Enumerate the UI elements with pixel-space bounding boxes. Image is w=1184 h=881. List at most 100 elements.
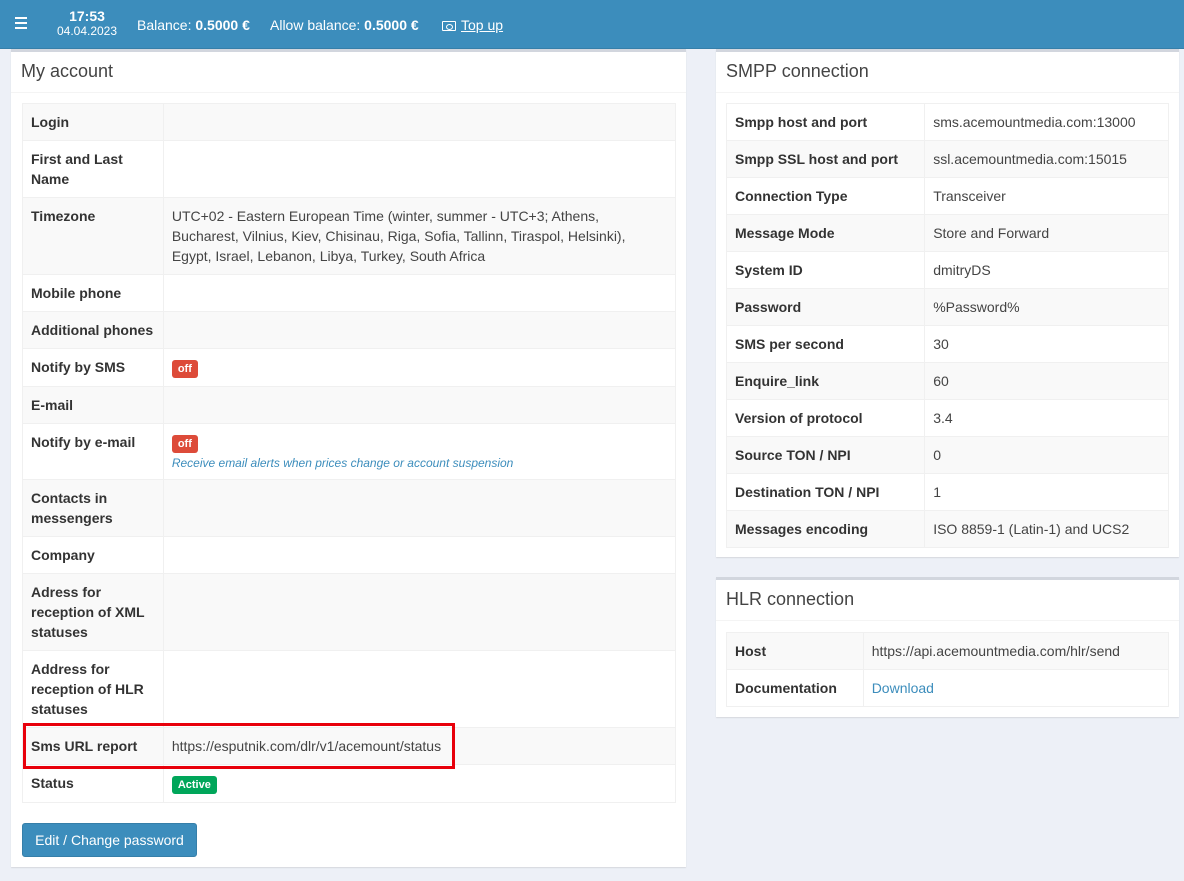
smpp-row-value: 0 — [924, 436, 1169, 474]
name-value — [162, 140, 677, 198]
table-row: Connection Type Transceiver — [725, 177, 1169, 215]
clock: 17:53 04.04.2023 — [54, 9, 120, 37]
smpp-row-value: 3.4 — [924, 399, 1169, 437]
smpp-row-label: SMS per second — [725, 325, 926, 363]
status-active-badge: Active — [171, 776, 217, 794]
smpp-row-label: Enquire_link — [725, 362, 926, 400]
table-row: Notify by e-mail off Receive email alert… — [22, 423, 677, 480]
smpp-row-value: 30 — [924, 325, 1169, 363]
smpp-row-label: Version of protocol — [725, 399, 926, 437]
smpp-row-label: Message Mode — [725, 214, 926, 252]
top-up-link[interactable]: Top up — [442, 17, 503, 33]
smpp-row-value: ssl.acemountmedia.com:15015 — [924, 140, 1169, 178]
hlr-statuses-label: Address for reception of HLR statuses — [22, 650, 164, 728]
hlr-host-value: https://api.acemountmedia.com/hlr/send — [862, 632, 1170, 670]
notify-sms-value: off — [162, 348, 677, 387]
name-label: First and Last Name — [22, 140, 164, 198]
table-row: Destination TON / NPI 1 — [725, 473, 1169, 511]
table-row: Host https://api.acemountmedia.com/hlr/s… — [726, 632, 1170, 670]
table-row: Contacts in messengers — [22, 479, 677, 537]
hlr-table: Host https://api.acemountmedia.com/hlr/s… — [726, 632, 1170, 707]
smpp-row-label: System ID — [725, 251, 926, 289]
table-row: Adress for reception of XML statuses — [22, 573, 677, 651]
table-row: Company — [22, 536, 677, 574]
cash-icon — [442, 21, 456, 31]
smpp-row-value: Transceiver — [924, 177, 1169, 215]
top-up-label: Top up — [461, 17, 504, 33]
status-label: Status — [22, 764, 164, 803]
table-row: Smpp SSL host and port ssl.acemountmedia.… — [725, 140, 1169, 178]
hlr-statuses-value — [162, 650, 677, 728]
email-label: E-mail — [22, 386, 164, 424]
sms-url-report-label: Sms URL report — [22, 727, 164, 765]
smpp-row-label: Smpp SSL host and port — [725, 140, 926, 178]
xml-statuses-value — [162, 573, 677, 651]
smpp-row-label: Destination TON / NPI — [725, 473, 926, 511]
smpp-row-label: Password — [725, 288, 926, 326]
smpp-row-label: Source TON / NPI — [725, 436, 926, 474]
table-row: E-mail — [22, 386, 677, 424]
sms-url-report-value: https://esputnik.com/dlr/v1/acemount/sta… — [162, 727, 677, 765]
table-row: Additional phones — [22, 311, 677, 349]
smpp-connection-title: SMPP connection — [716, 52, 1179, 93]
smpp-row-value: 1 — [924, 473, 1169, 511]
table-row: Documentation Download — [726, 669, 1170, 707]
additional-phones-label: Additional phones — [22, 311, 164, 349]
notify-email-value: off Receive email alerts when prices cha… — [162, 423, 677, 480]
table-row: Smpp host and port sms.acemountmedia.com:… — [725, 103, 1169, 141]
xml-statuses-label: Adress for reception of XML statuses — [22, 573, 164, 651]
hlr-host-label: Host — [726, 632, 864, 670]
notify-sms-off-badge: off — [171, 360, 198, 378]
table-row: Messages encoding ISO 8859-1 (Latin-1) an… — [725, 510, 1169, 548]
allow-balance: Allow balance: 0.5000 € — [270, 17, 419, 33]
table-row: Version of protocol 3.4 — [725, 399, 1169, 437]
notify-sms-label: Notify by SMS — [22, 348, 164, 387]
hamburger-menu-icon[interactable] — [12, 14, 32, 34]
notify-email-hint: Receive email alerts when prices change … — [171, 456, 514, 470]
table-row: Mobile phone — [22, 274, 677, 312]
hlr-documentation-label: Documentation — [726, 669, 864, 707]
additional-phones-value — [162, 311, 677, 349]
allow-balance-value: 0.5000 € — [364, 17, 419, 33]
balance-label: Balance: — [137, 17, 192, 33]
table-row: Message Mode Store and Forward — [725, 214, 1169, 252]
status-value: Active — [162, 764, 677, 803]
hlr-documentation-value: Download — [862, 669, 1170, 707]
smpp-row-value: 60 — [924, 362, 1169, 400]
smpp-row-label: Smpp host and port — [725, 103, 926, 141]
smpp-row-value: sms.acemountmedia.com:13000 — [924, 103, 1169, 141]
smpp-table: Smpp host and port sms.acemountmedia.com:… — [725, 103, 1169, 548]
timezone-value: UTC+02 - Eastern European Time (winter, … — [162, 197, 677, 275]
messengers-value — [162, 479, 677, 537]
allow-balance-label: Allow balance: — [270, 17, 361, 33]
table-row: Timezone UTC+02 - Eastern European Time … — [22, 197, 677, 275]
table-row: SMS per second 30 — [725, 325, 1169, 363]
table-row: First and Last Name — [22, 140, 677, 198]
notify-email-label: Notify by e-mail — [22, 423, 164, 480]
hlr-connection-title: HLR connection — [716, 580, 1179, 621]
my-account-title: My account — [11, 52, 686, 93]
login-label: Login — [22, 103, 164, 141]
table-row: Login — [22, 103, 677, 141]
top-navbar: 17:53 04.04.2023 Balance: 0.5000 € Allow… — [0, 0, 1184, 49]
clock-date: 04.04.2023 — [56, 24, 118, 38]
table-row: Address for reception of HLR statuses — [22, 650, 677, 728]
company-label: Company — [22, 536, 164, 574]
timezone-label: Timezone — [22, 197, 164, 275]
company-value — [162, 536, 677, 574]
email-value — [162, 386, 677, 424]
smpp-row-label: Connection Type — [725, 177, 926, 215]
clock-time: 17:53 — [69, 8, 105, 24]
smpp-row-value: dmitryDS — [924, 251, 1169, 289]
balance: Balance: 0.5000 € — [137, 17, 250, 33]
table-row: Sms URL report https://esputnik.com/dlr/… — [22, 727, 677, 765]
download-link[interactable]: Download — [872, 680, 934, 696]
edit-change-password-button[interactable]: Edit / Change password — [22, 823, 197, 857]
smpp-row-label: Messages encoding — [725, 510, 926, 548]
table-row: Source TON / NPI 0 — [725, 436, 1169, 474]
table-row: Password %Password% — [725, 288, 1169, 326]
mobile-phone-label: Mobile phone — [22, 274, 164, 312]
table-row: Notify by SMS off — [22, 348, 677, 387]
table-row: System ID dmitryDS — [725, 251, 1169, 289]
smpp-row-value: Store and Forward — [924, 214, 1169, 252]
